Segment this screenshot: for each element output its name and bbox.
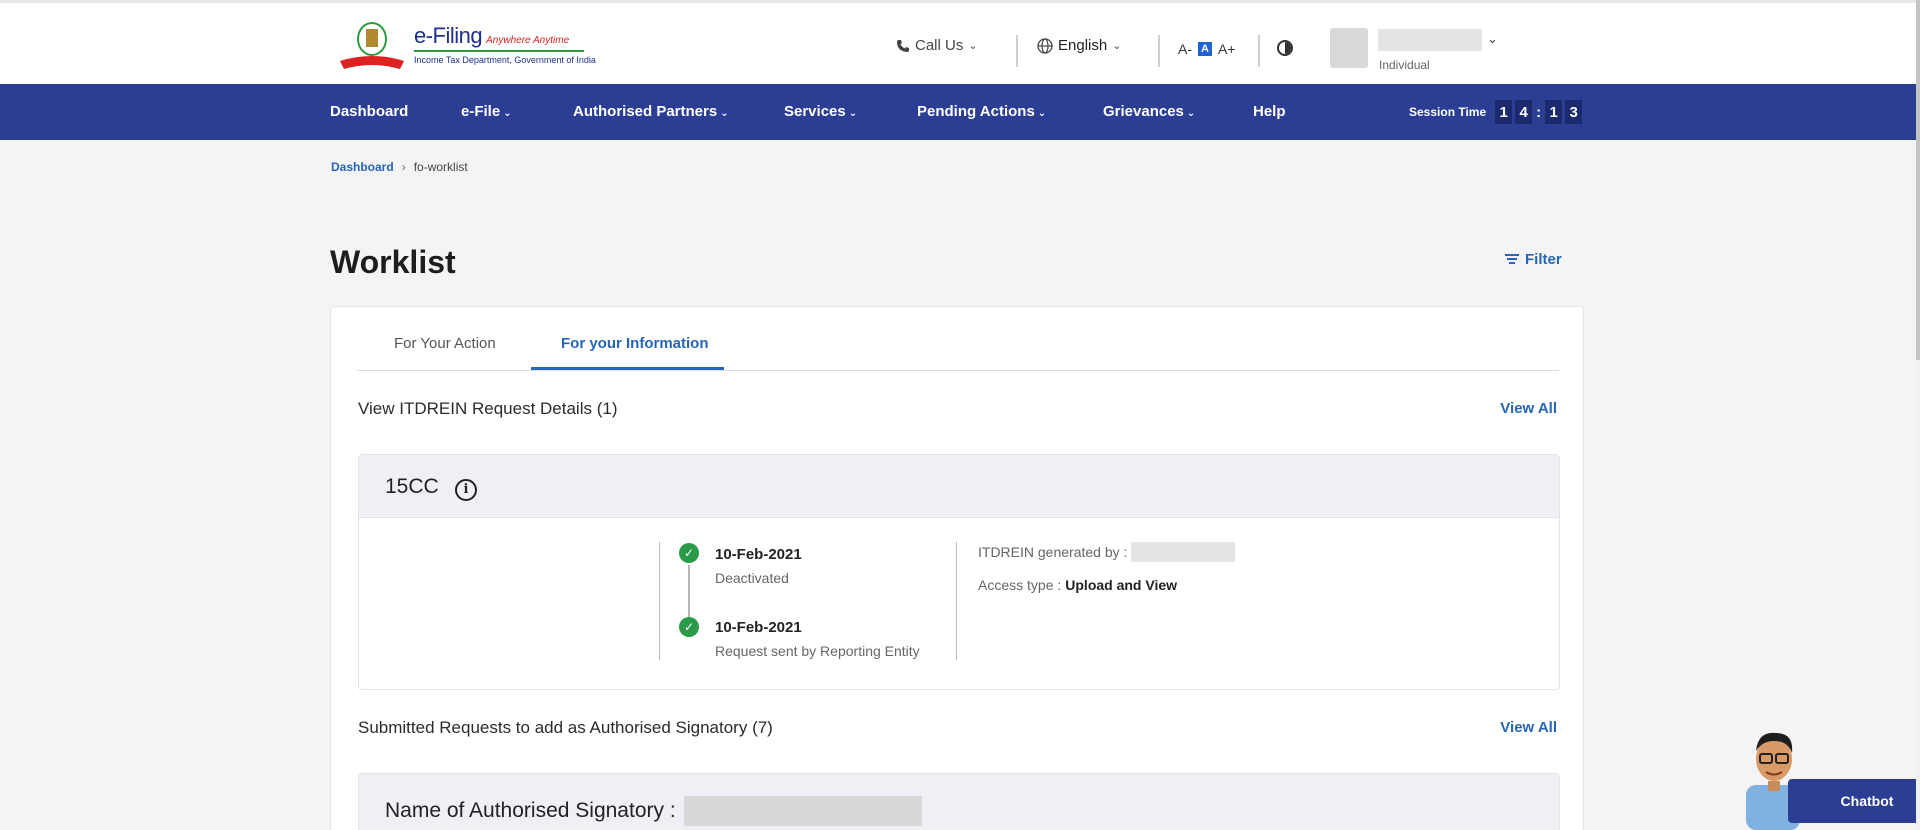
session-digit: 4 xyxy=(1515,100,1533,124)
call-us-label: Call Us xyxy=(915,37,964,54)
header-divider xyxy=(1258,35,1260,67)
itdrein-section-title: View ITDREIN Request Details (1) xyxy=(358,399,618,418)
chevron-down-icon: ⌄ xyxy=(848,108,858,119)
signatory-card: Name of Authorised Signatory : xyxy=(358,773,1560,830)
call-us-dropdown[interactable]: Call Us ⌄ xyxy=(896,37,978,54)
chatbot-button[interactable]: Chatbot xyxy=(1788,779,1916,823)
form-name: 15CC xyxy=(385,475,439,498)
user-role: Individual xyxy=(1379,58,1430,72)
top-header: e-Filing Anywhere Anytime Income Tax Depa… xyxy=(0,0,1916,84)
efiling-logo[interactable]: e-Filing Anywhere Anytime Income Tax Depa… xyxy=(336,17,596,73)
header-divider xyxy=(1158,35,1160,67)
signatory-section-title: Submitted Requests to add as Authorised … xyxy=(358,718,773,737)
contrast-toggle-icon[interactable] xyxy=(1277,40,1293,56)
session-colon: : xyxy=(1536,103,1542,121)
session-label: Session Time xyxy=(1409,105,1487,119)
avatar[interactable] xyxy=(1330,28,1368,68)
filter-icon xyxy=(1505,254,1519,265)
chevron-down-icon[interactable]: ⌄ xyxy=(1487,31,1498,47)
worklist-tabs: For Your Action For your Information xyxy=(357,307,1559,371)
globe-icon xyxy=(1037,37,1053,54)
breadcrumb: Dashboard › fo-worklist xyxy=(331,160,468,174)
timeline-divider xyxy=(659,542,660,660)
font-size-controls: A- A A+ xyxy=(1178,41,1235,57)
chatbot-widget[interactable]: Chatbot xyxy=(1738,727,1916,830)
signatory-name-row: Name of Authorised Signatory : xyxy=(385,796,922,826)
nav-dashboard[interactable]: Dashboard xyxy=(330,103,408,120)
breadcrumb-current: fo-worklist xyxy=(413,160,468,174)
chevron-down-icon: ⌄ xyxy=(503,108,512,119)
language-label: English xyxy=(1058,37,1108,54)
chevron-down-icon: ⌄ xyxy=(968,40,978,52)
user-name-redacted xyxy=(1378,29,1482,51)
timeline-date: 10-Feb-2021 xyxy=(715,546,802,563)
font-decrease-button[interactable]: A- xyxy=(1178,41,1192,57)
main-nav: Dashboard e-File ⌄ Authorised Partners ⌄ S… xyxy=(0,84,1916,140)
nav-authorised-partners[interactable]: Authorised Partners ⌄ xyxy=(573,103,729,120)
breadcrumb-dashboard-link[interactable]: Dashboard xyxy=(331,160,394,174)
worklist-card: For Your Action For your Information Vie… xyxy=(330,306,1584,830)
timeline-date: 10-Feb-2021 xyxy=(715,619,802,636)
logo-tagline: Anywhere Anytime xyxy=(486,35,570,46)
timeline-status: Request sent by Reporting Entity xyxy=(715,643,920,659)
check-circle-icon: ✓ xyxy=(679,617,699,637)
phone-icon xyxy=(897,39,909,52)
tab-for-your-information[interactable]: For your Information xyxy=(561,335,709,352)
generated-by-row: ITDREIN generated by : xyxy=(978,542,1236,562)
chevron-down-icon: ⌄ xyxy=(1112,40,1122,52)
emblem-icon xyxy=(340,22,404,69)
font-normal-button[interactable]: A xyxy=(1198,42,1212,56)
header-divider xyxy=(1016,35,1018,67)
details-divider xyxy=(956,542,957,660)
tab-for-your-action[interactable]: For Your Action xyxy=(394,335,496,352)
filter-button[interactable]: Filter xyxy=(1505,251,1562,268)
page-title: Worklist xyxy=(330,244,456,280)
chevron-right-icon: › xyxy=(401,160,406,174)
generated-by-label: ITDREIN generated by : xyxy=(978,544,1128,560)
chevron-down-icon: ⌄ xyxy=(720,108,729,119)
form-card-header: 15CC i xyxy=(359,455,1559,518)
nav-grievances[interactable]: Grievances ⌄ xyxy=(1103,103,1195,120)
session-digit: 3 xyxy=(1565,100,1583,124)
scrollbar-thumb[interactable] xyxy=(1916,0,1920,360)
nav-services[interactable]: Services ⌄ xyxy=(784,103,857,120)
nav-help[interactable]: Help xyxy=(1253,103,1286,120)
logo-divider xyxy=(414,50,584,52)
logo-subtitle: Income Tax Department, Government of Ind… xyxy=(414,55,596,65)
chevron-down-icon: ⌄ xyxy=(1186,108,1196,119)
itdrein-form-card: 15CC i ✓ 10-Feb-2021 Deactivated ✓ 10-Fe… xyxy=(358,454,1560,690)
nav-efile[interactable]: e-File ⌄ xyxy=(461,103,512,120)
generated-by-redacted xyxy=(1131,542,1236,562)
session-digit: 1 xyxy=(1495,100,1513,124)
language-dropdown[interactable]: English ⌄ xyxy=(1037,37,1121,54)
filter-label: Filter xyxy=(1525,251,1562,268)
nav-pending-actions[interactable]: Pending Actions ⌄ xyxy=(917,103,1046,120)
info-icon[interactable]: i xyxy=(455,479,477,501)
logo-title: e-Filing Anywhere Anytime xyxy=(414,23,570,48)
access-type-row: Access type : Upload and View xyxy=(978,577,1177,593)
check-circle-icon: ✓ xyxy=(679,543,699,563)
session-timer: Session Time 1 4 : 1 3 xyxy=(1409,100,1583,124)
page-scrollbar[interactable] xyxy=(1916,0,1920,830)
access-type-label: Access type : xyxy=(978,577,1062,593)
session-digit: 1 xyxy=(1545,100,1563,124)
itdrein-view-all-link[interactable]: View All xyxy=(1500,400,1557,417)
timeline-status: Deactivated xyxy=(715,570,789,586)
chevron-down-icon: ⌄ xyxy=(1037,108,1047,119)
signatory-view-all-link[interactable]: View All xyxy=(1500,719,1557,736)
font-increase-button[interactable]: A+ xyxy=(1218,41,1236,57)
signatory-name-label: Name of Authorised Signatory : xyxy=(385,799,676,822)
active-tab-indicator xyxy=(531,367,724,370)
signatory-name-redacted xyxy=(683,796,922,826)
access-type-value: Upload and View xyxy=(1065,577,1178,593)
